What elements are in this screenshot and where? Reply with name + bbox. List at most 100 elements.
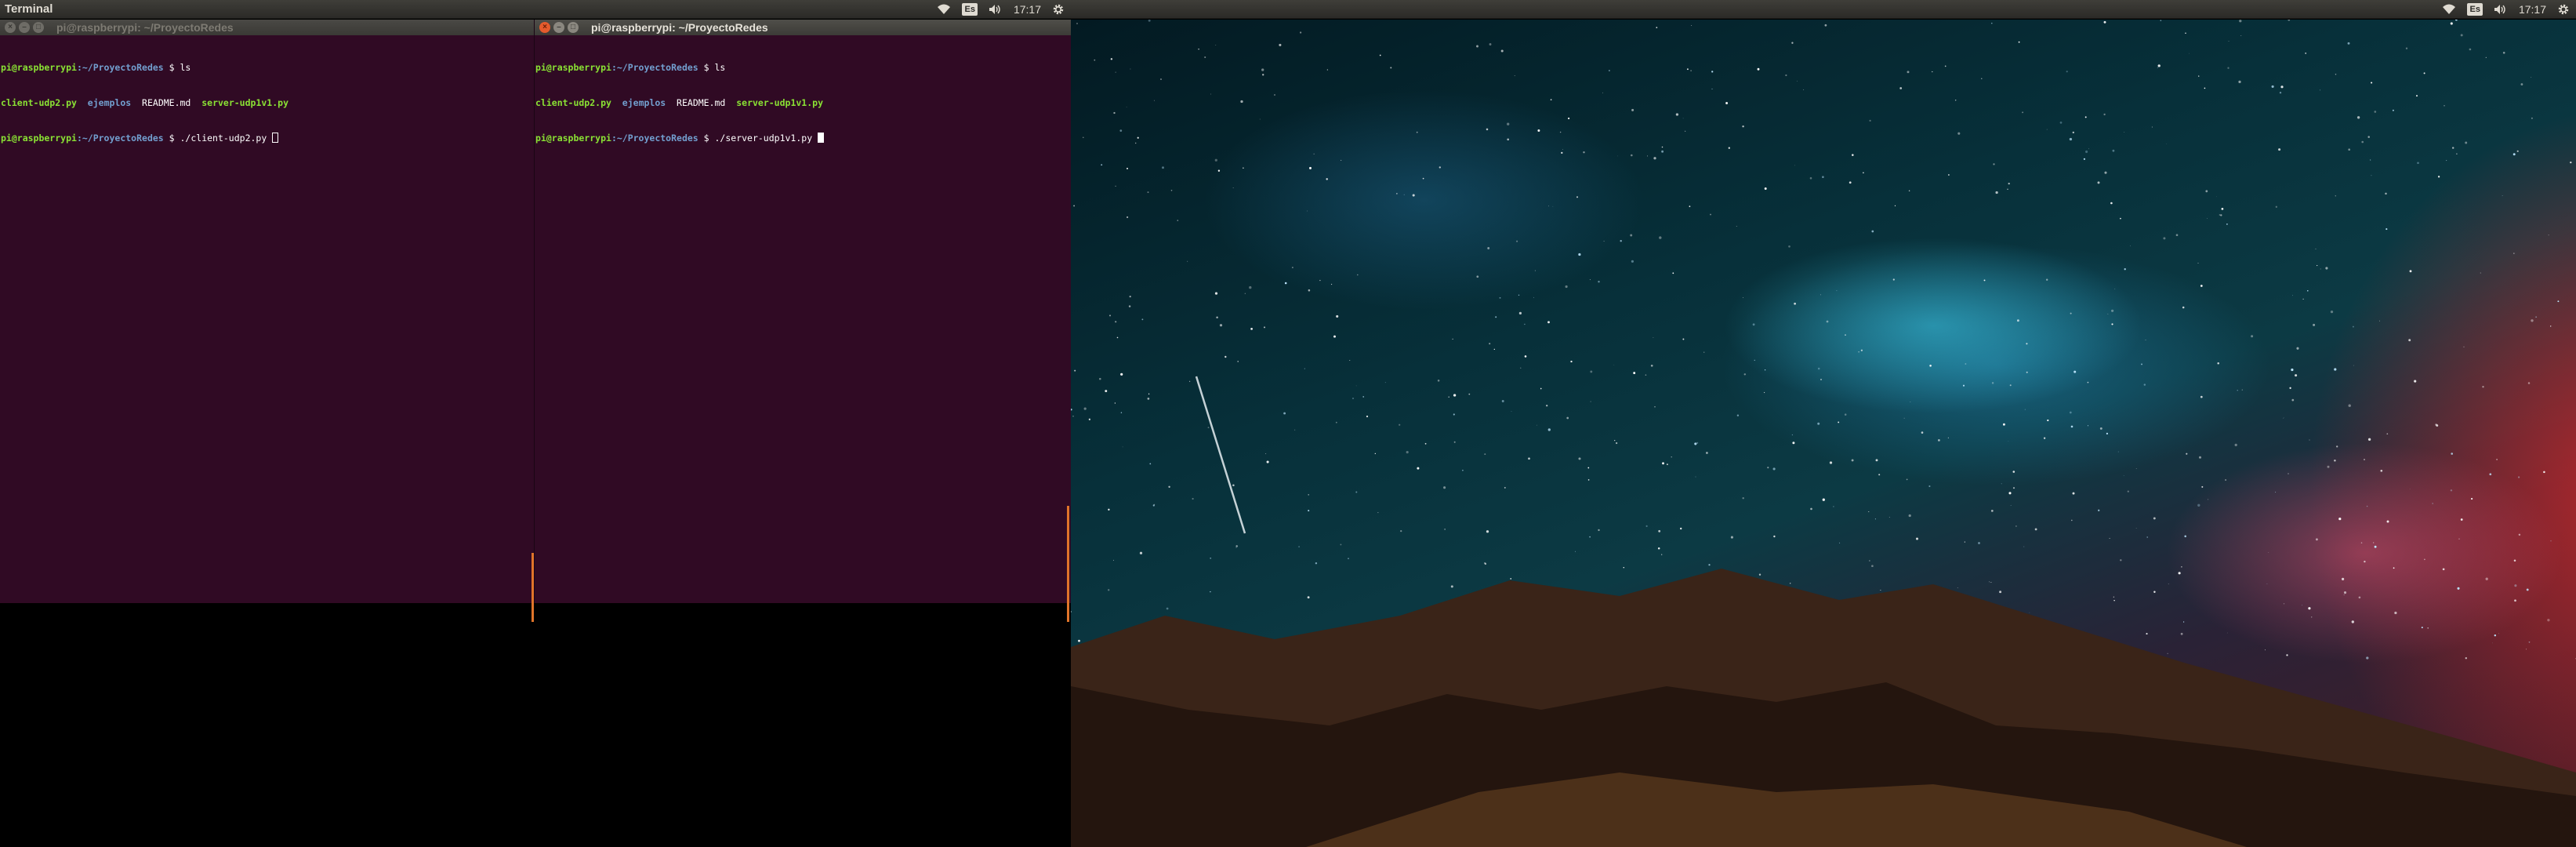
star — [2181, 566, 2182, 568]
top-panel-left: Terminal Es 17:17 — [0, 0, 1071, 19]
star — [1399, 424, 1401, 426]
window-controls: × – □ — [0, 22, 56, 33]
star — [1261, 68, 1264, 71]
star — [1725, 102, 1729, 104]
star — [1598, 529, 1600, 532]
star — [2046, 129, 2048, 130]
star — [2517, 476, 2520, 478]
window-titlebar[interactable]: × – □ pi@raspberrypi: ~/ProyectoRedes — [535, 20, 1071, 35]
star — [1682, 338, 1685, 340]
star — [1880, 590, 1881, 591]
star — [2307, 290, 2309, 292]
terminal-window-client[interactable]: × – □ pi@raspberrypi: ~/ProyectoRedes pi… — [0, 20, 534, 603]
star — [2550, 325, 2552, 327]
star — [1921, 431, 1924, 434]
minimize-icon[interactable]: – — [553, 22, 564, 33]
star — [1645, 374, 1647, 376]
star — [1348, 558, 1349, 559]
star — [1355, 491, 1358, 493]
star — [1833, 506, 1834, 507]
star — [1294, 429, 1296, 431]
keyboard-layout-indicator[interactable]: Es — [962, 0, 978, 19]
star — [1377, 512, 1379, 514]
star — [2385, 192, 2387, 195]
star — [1763, 391, 1765, 394]
minimize-icon[interactable]: – — [19, 22, 30, 33]
star — [1082, 136, 1084, 139]
star — [1773, 535, 1776, 538]
star — [1792, 442, 1795, 445]
star — [1785, 74, 1787, 77]
star — [2239, 20, 2242, 23]
star — [2153, 517, 2156, 520]
star — [1690, 70, 1692, 71]
star — [1210, 557, 1212, 559]
terminal-output[interactable]: pi@raspberrypi:~/ProyectoRedes $ ls clie… — [0, 35, 534, 171]
star — [1686, 68, 1689, 71]
star — [1820, 294, 1821, 296]
star — [1448, 396, 1449, 398]
window-resize-edge[interactable] — [532, 553, 534, 622]
star — [2292, 295, 2293, 296]
star — [1633, 372, 1636, 375]
terminal-output[interactable]: pi@raspberrypi:~/ProyectoRedes $ ls clie… — [535, 35, 1071, 171]
star — [1863, 172, 1864, 174]
star — [2518, 533, 2521, 536]
star — [1550, 99, 1552, 100]
star — [2146, 633, 2148, 635]
terminal-window-server[interactable]: × – □ pi@raspberrypi: ~/ProyectoRedes pi… — [534, 20, 1071, 603]
star — [2130, 245, 2131, 246]
star — [2099, 427, 2103, 430]
star — [1214, 158, 1217, 162]
star — [1662, 462, 1664, 465]
star — [1845, 334, 1846, 336]
window-titlebar[interactable]: × – □ pi@raspberrypi: ~/ProyectoRedes — [0, 20, 534, 35]
star — [1742, 125, 1744, 128]
wifi-icon[interactable] — [937, 0, 951, 19]
gear-icon[interactable] — [1052, 0, 1065, 19]
star — [1166, 607, 1169, 610]
close-icon[interactable]: × — [5, 22, 16, 33]
close-icon[interactable]: × — [539, 22, 550, 33]
keyboard-layout-indicator[interactable]: Es — [2467, 0, 2483, 19]
terminal-line: pi@raspberrypi:~/ProyectoRedes $ ls — [1, 62, 191, 73]
clock[interactable]: 17:17 — [1014, 0, 1041, 19]
maximize-icon[interactable]: □ — [568, 22, 579, 33]
text-cursor — [818, 133, 825, 143]
star — [1476, 275, 1479, 278]
volume-icon[interactable] — [989, 0, 1003, 19]
gear-icon[interactable] — [2557, 0, 2570, 19]
star — [1266, 460, 1269, 463]
star — [2327, 465, 2330, 468]
star — [1860, 349, 1863, 351]
star — [1243, 167, 1244, 169]
star — [2457, 587, 2460, 590]
active-app-title[interactable]: Terminal — [0, 2, 937, 16]
maximize-icon[interactable]: □ — [33, 22, 44, 33]
star — [1838, 421, 1840, 424]
volume-icon[interactable] — [2494, 0, 2508, 19]
star — [2535, 316, 2537, 318]
star — [1198, 48, 1199, 50]
star — [2386, 228, 2388, 231]
star — [1483, 562, 1486, 565]
star — [1078, 639, 1080, 642]
terminal-line: pi@raspberrypi:~/ProyectoRedes $ ls — [535, 62, 726, 73]
star — [1620, 239, 1622, 242]
star — [1204, 56, 1206, 59]
star — [2008, 441, 2009, 442]
star — [1820, 378, 1822, 380]
star — [2113, 596, 2114, 598]
star — [2127, 490, 2129, 493]
clock[interactable]: 17:17 — [2519, 0, 2546, 19]
star — [2180, 632, 2183, 635]
star — [1105, 390, 1108, 393]
star — [2088, 148, 2089, 150]
wifi-icon[interactable] — [2442, 0, 2456, 19]
star — [2334, 459, 2336, 462]
window-resize-edge[interactable] — [1067, 506, 1069, 622]
star — [1661, 146, 1664, 148]
star — [1574, 551, 1576, 552]
star — [2313, 323, 2316, 326]
star — [1453, 413, 1455, 416]
